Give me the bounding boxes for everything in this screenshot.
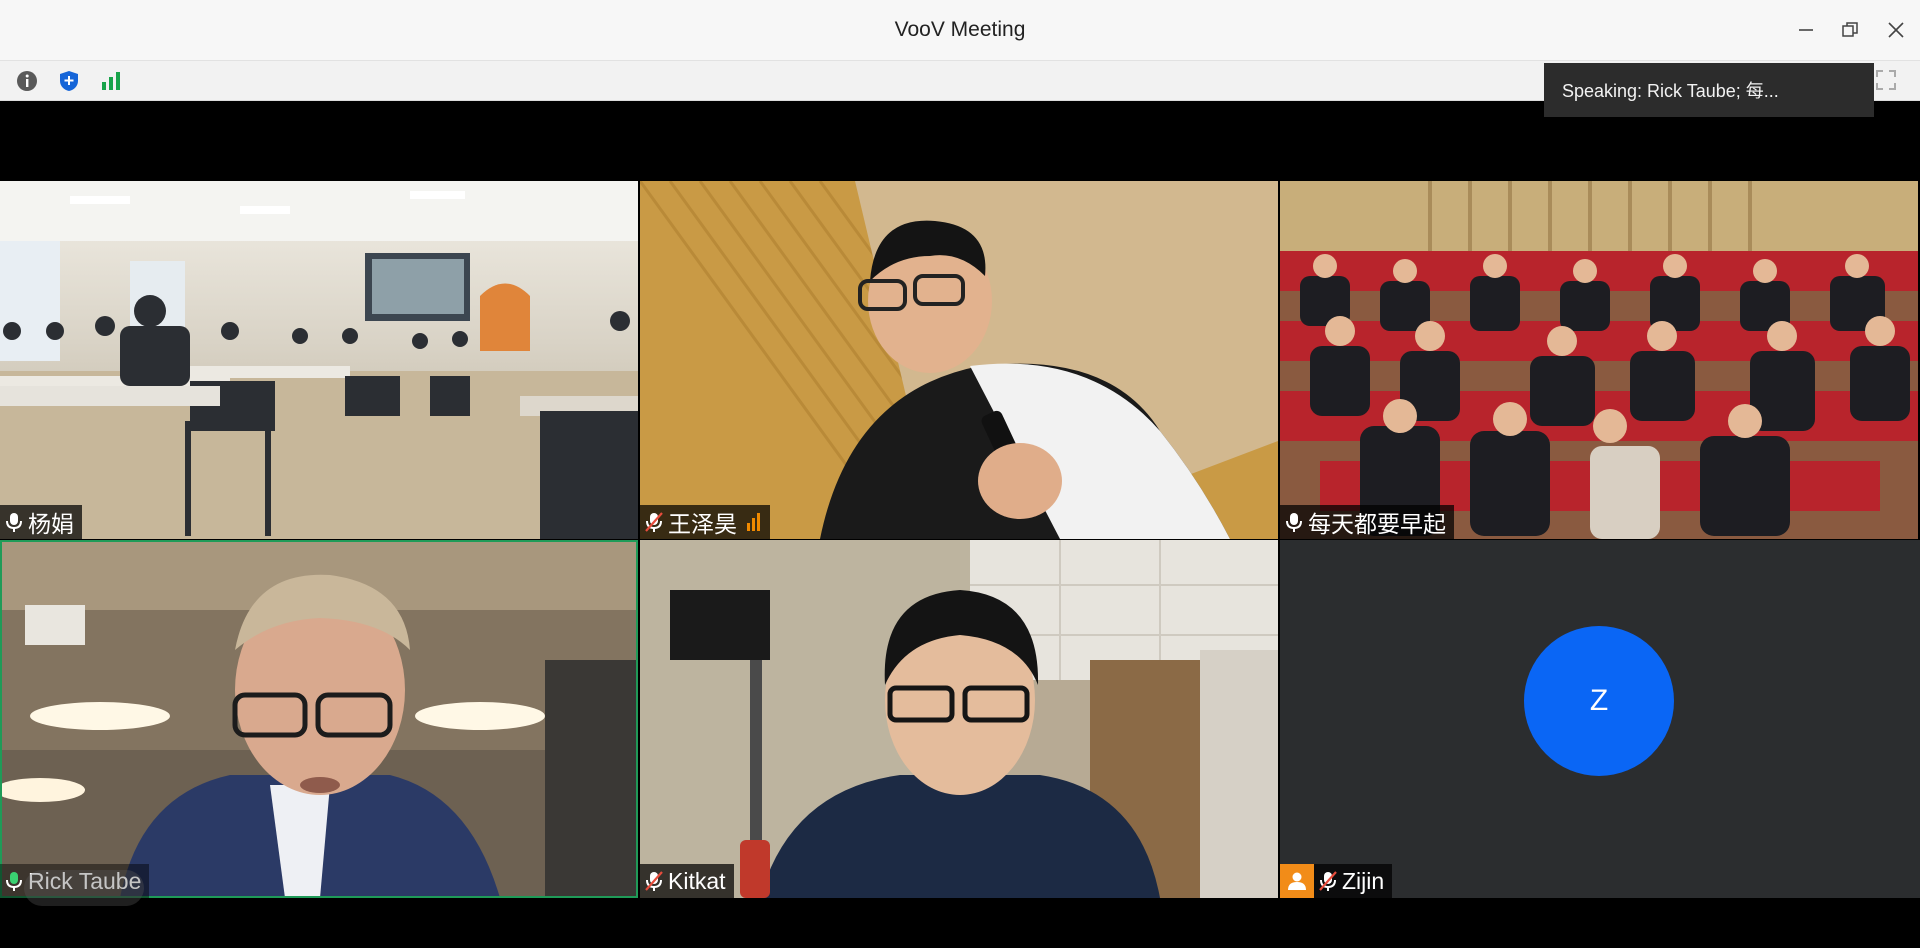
participant-name-tag: 每天都要早起 <box>1280 505 1454 539</box>
participant-name: Zijin <box>1342 867 1385 894</box>
participant-name-tag: 王泽昊 <box>640 505 770 539</box>
video-tile-2[interactable]: 王泽昊 <box>640 181 1278 539</box>
classroom-video <box>0 181 638 539</box>
shield-icon <box>60 71 78 91</box>
participant-name: 杨娟 <box>28 511 74 537</box>
title-bar: VooV Meeting <box>0 0 1920 60</box>
video-tile-6[interactable]: Z Zijin <box>1280 540 1920 898</box>
video-tile-3[interactable]: 每天都要早起 <box>1280 181 1918 539</box>
info-button[interactable] <box>15 69 39 93</box>
speaker-video <box>0 540 638 898</box>
participant-name-tag: Zijin <box>1280 864 1393 898</box>
minimize-button[interactable] <box>1792 16 1820 44</box>
microphone-icon <box>1286 513 1302 532</box>
fullscreen-button[interactable] <box>1872 66 1900 94</box>
participant-name: Kitkat <box>668 867 726 894</box>
restore-icon <box>1842 22 1858 37</box>
signal-strength-icon <box>747 513 762 531</box>
participant-name-tag: Kitkat <box>640 864 734 898</box>
muted-microphone-icon <box>645 512 663 532</box>
signal-icon <box>102 72 120 90</box>
video-tile-4[interactable]: Rick Taube <box>0 540 638 898</box>
network-status-button[interactable] <box>99 69 123 93</box>
microphone-icon <box>6 872 22 891</box>
restore-button[interactable] <box>1836 16 1864 44</box>
window-title: VooV Meeting <box>894 18 1026 41</box>
speaking-indicator: Speaking: Rick Taube; 每... <box>1544 63 1874 117</box>
close-button[interactable] <box>1882 16 1910 44</box>
fullscreen-icon <box>1876 70 1896 90</box>
microphone-icon <box>6 513 22 532</box>
auditorium-video <box>1280 181 1918 539</box>
security-button[interactable] <box>57 69 81 93</box>
participant-name-tag: 杨娟 <box>0 505 82 539</box>
info-icon <box>17 71 37 91</box>
student-video <box>640 181 1278 539</box>
minimize-icon <box>1799 29 1813 31</box>
user-icon <box>1280 864 1314 898</box>
video-tile-5[interactable]: Kitkat <box>640 540 1278 898</box>
muted-microphone-icon <box>1319 871 1337 891</box>
floating-controls[interactable] <box>24 870 144 906</box>
participant-name: 每天都要早起 <box>1308 511 1446 537</box>
muted-microphone-icon <box>645 871 663 891</box>
close-icon <box>1888 22 1904 38</box>
participant-avatar: Z <box>1524 626 1674 776</box>
person-video <box>640 540 1278 898</box>
participant-name: 王泽昊 <box>668 511 737 537</box>
video-tile-1[interactable]: 杨娟 <box>0 181 638 539</box>
